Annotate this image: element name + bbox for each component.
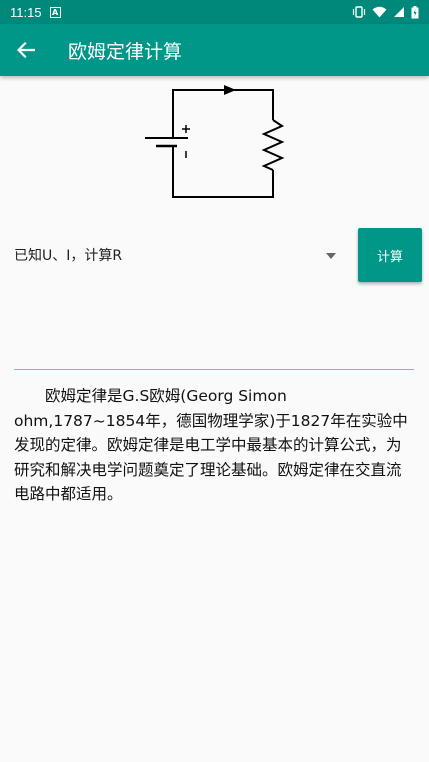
mode-spinner[interactable]: 已知U、I，计算R [14,238,344,272]
wifi-icon [372,6,387,18]
back-button[interactable] [0,24,52,76]
dropdown-arrow-icon [326,253,336,259]
mode-spinner-value: 已知U、I，计算R [14,248,123,264]
back-arrow-icon [17,42,35,58]
calculate-button[interactable]: 计算 [358,228,422,282]
status-time: 11:15 [10,4,42,20]
ohm-law-description: 欧姆定律是G.S欧姆(Georg Simon ohm,1787~1854年，德国… [14,387,408,503]
calc-row: 已知U、I，计算R 计算 [0,226,429,284]
circuit-diagram [145,85,285,198]
signal-icon [394,7,404,17]
app-bar: 欧姆定律计算 [0,24,429,76]
result-field[interactable] [14,330,414,370]
page-title: 欧姆定律计算 [68,40,183,63]
status-bar: 11:15 A [0,0,429,24]
vibrate-icon [352,6,366,18]
battery-icon [411,5,419,18]
notification-icon: A [49,6,61,18]
status-icons [352,5,419,19]
